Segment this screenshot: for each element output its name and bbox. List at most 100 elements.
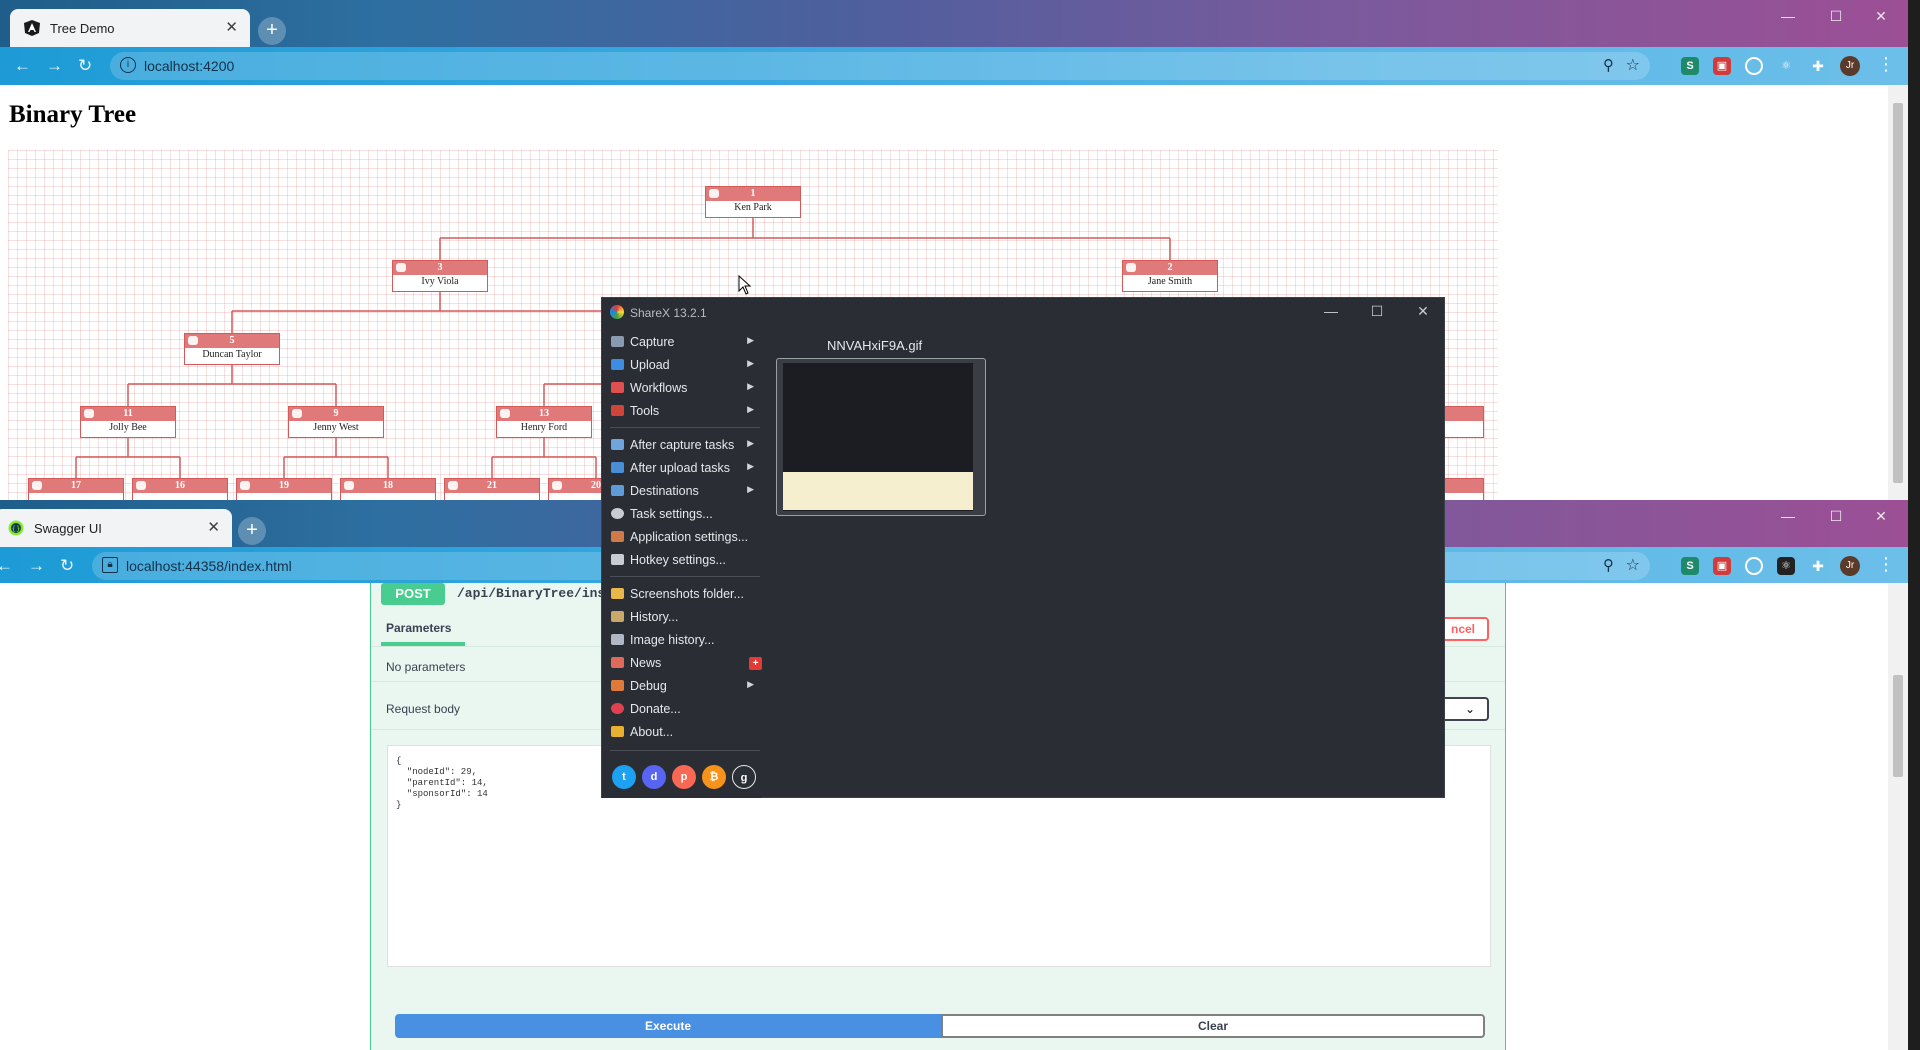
tree-node[interactable]: 11 Jolly Bee bbox=[80, 406, 176, 438]
capture-thumbnail[interactable] bbox=[776, 358, 986, 516]
extensions-puzzle-icon[interactable]: ✚ bbox=[1809, 557, 1827, 575]
crown-icon bbox=[611, 726, 624, 737]
close-tab-icon[interactable]: ✕ bbox=[225, 18, 238, 36]
maximize-icon[interactable]: ☐ bbox=[1813, 8, 1859, 25]
tree-node[interactable]: 9 Jenny West bbox=[288, 406, 384, 438]
extension-s-icon[interactable]: S bbox=[1681, 57, 1699, 75]
sharex-titlebar: ShareX 13.2.1 — ☐ ✕ bbox=[602, 298, 1444, 326]
menu-item-screenshots-folder[interactable]: Screenshots folder... bbox=[610, 583, 760, 605]
maximize-icon[interactable]: ☐ bbox=[1813, 508, 1859, 525]
minimize-icon[interactable]: — bbox=[1765, 508, 1811, 524]
window-title: ShareX 13.2.1 bbox=[630, 306, 707, 320]
patreon-icon[interactable]: p bbox=[672, 765, 696, 789]
users-icon bbox=[500, 409, 510, 418]
tree-node[interactable]: 13 Henry Ford bbox=[496, 406, 592, 438]
extensions-puzzle-icon[interactable]: ✚ bbox=[1809, 57, 1827, 75]
bookmark-star-icon[interactable]: ☆ bbox=[1626, 555, 1640, 575]
reload-icon[interactable]: ↻ bbox=[78, 56, 92, 76]
page-scrollbar[interactable] bbox=[1888, 85, 1908, 500]
menu-item-donate[interactable]: Donate... bbox=[610, 698, 760, 720]
close-tab-icon[interactable]: ✕ bbox=[207, 518, 220, 536]
new-tab-button[interactable]: + bbox=[238, 517, 266, 545]
tree-node[interactable]: 19 bbox=[236, 478, 332, 500]
extension-circle-icon[interactable] bbox=[1745, 557, 1763, 575]
menu-item-history[interactable]: History... bbox=[610, 606, 760, 628]
scrollbar-thumb[interactable] bbox=[1893, 675, 1903, 777]
node-id: 18 bbox=[383, 480, 393, 491]
tab-parameters[interactable]: Parameters bbox=[386, 621, 451, 635]
tree-node[interactable]: 1 Ken Park bbox=[705, 186, 801, 218]
react-devtools-icon[interactable]: ⚛ bbox=[1777, 57, 1795, 75]
page-scrollbar[interactable] bbox=[1888, 583, 1908, 1050]
http-method-badge: POST bbox=[381, 583, 445, 605]
menu-item-upload[interactable]: Upload ▶ bbox=[610, 354, 760, 376]
avatar[interactable]: Jr bbox=[1840, 556, 1860, 576]
tree-node[interactable]: 21 bbox=[444, 478, 540, 500]
menu-item-application-settings[interactable]: Application settings... bbox=[610, 526, 760, 548]
reload-icon[interactable]: ↻ bbox=[60, 556, 74, 576]
tab-swagger-ui[interactable]: {} Swagger UI ✕ bbox=[0, 509, 232, 547]
close-window-icon[interactable]: ✕ bbox=[1858, 8, 1904, 25]
menu-item-about[interactable]: About... bbox=[610, 721, 760, 743]
react-devtools-icon[interactable]: ⚛ bbox=[1777, 557, 1795, 575]
zoom-icon[interactable]: ⚲ bbox=[1603, 56, 1614, 74]
node-id: 2 bbox=[1167, 262, 1173, 273]
lock-icon[interactable]: 🔒︎ bbox=[102, 557, 118, 573]
users-icon bbox=[32, 481, 42, 490]
request-body-label: Request body bbox=[386, 702, 461, 716]
github-icon[interactable]: g bbox=[732, 765, 756, 789]
browser-titlebar: Tree Demo ✕ + — ☐ ✕ bbox=[0, 0, 1908, 47]
extension-s-icon[interactable]: S bbox=[1681, 557, 1699, 575]
maximize-icon[interactable]: ☐ bbox=[1362, 303, 1392, 320]
tree-node[interactable]: 17 bbox=[28, 478, 124, 500]
menu-item-workflows[interactable]: Workflows ▶ bbox=[610, 377, 760, 399]
back-icon[interactable]: ← bbox=[0, 556, 13, 576]
menu-item-image-history[interactable]: Image history... bbox=[610, 629, 760, 651]
forward-icon[interactable]: → bbox=[28, 556, 45, 576]
clear-button[interactable]: Clear bbox=[941, 1014, 1485, 1038]
tools-icon bbox=[611, 405, 624, 416]
menu-item-task-settings[interactable]: Task settings... bbox=[610, 503, 760, 525]
bookmark-star-icon[interactable]: ☆ bbox=[1626, 55, 1640, 75]
minimize-icon[interactable]: — bbox=[1316, 303, 1346, 319]
back-icon[interactable]: ← bbox=[14, 56, 31, 76]
tree-node[interactable]: 16 bbox=[132, 478, 228, 500]
menu-item-capture[interactable]: Capture ▶ bbox=[610, 331, 760, 353]
menu-dots-icon[interactable]: ⋮ bbox=[1877, 554, 1895, 575]
node-name: Henry Ford bbox=[520, 422, 568, 433]
extension-circle-icon[interactable] bbox=[1745, 57, 1763, 75]
zoom-icon[interactable]: ⚲ bbox=[1603, 556, 1614, 574]
url-input[interactable]: i localhost:4200 ⚲ ☆ bbox=[110, 52, 1650, 80]
info-icon[interactable]: i bbox=[120, 57, 136, 73]
menu-item-debug[interactable]: Debug ▶ bbox=[610, 675, 760, 697]
menu-item-destinations[interactable]: Destinations ▶ bbox=[610, 480, 760, 502]
new-tab-button[interactable]: + bbox=[258, 17, 286, 45]
extension-red-icon[interactable]: ▣ bbox=[1713, 557, 1731, 575]
minimize-icon[interactable]: — bbox=[1765, 8, 1811, 24]
menu-dots-icon[interactable]: ⋮ bbox=[1877, 54, 1895, 75]
node-id: 17 bbox=[71, 480, 81, 491]
tree-node[interactable]: 5 Duncan Taylor bbox=[184, 333, 280, 365]
menu-item-hotkey-settings[interactable]: Hotkey settings... bbox=[610, 549, 760, 571]
menu-item-after-upload-tasks[interactable]: After upload tasks ▶ bbox=[610, 457, 760, 479]
scrollbar-thumb[interactable] bbox=[1893, 103, 1903, 483]
bitcoin-icon[interactable]: ₿ bbox=[702, 765, 726, 789]
tree-node[interactable]: 18 bbox=[340, 478, 436, 500]
execute-button[interactable]: Execute bbox=[395, 1014, 941, 1038]
news-badge: + bbox=[749, 657, 762, 670]
tab-tree-demo[interactable]: Tree Demo ✕ bbox=[10, 9, 250, 47]
close-window-icon[interactable]: ✕ bbox=[1858, 508, 1904, 525]
discord-icon[interactable]: d bbox=[642, 765, 666, 789]
forward-icon[interactable]: → bbox=[46, 56, 63, 76]
avatar[interactable]: Jr bbox=[1840, 56, 1860, 76]
menu-item-news[interactable]: News + bbox=[610, 652, 762, 674]
menu-item-tools[interactable]: Tools ▶ bbox=[610, 400, 760, 422]
thumbnail-preview-editor bbox=[783, 472, 973, 510]
twitter-icon[interactable]: t bbox=[612, 765, 636, 789]
tree-node[interactable]: 3 Ivy Viola bbox=[392, 260, 488, 292]
extension-red-icon[interactable]: ▣ bbox=[1713, 57, 1731, 75]
close-window-icon[interactable]: ✕ bbox=[1408, 303, 1438, 320]
destinations-icon bbox=[611, 485, 624, 496]
menu-item-after-capture-tasks[interactable]: After capture tasks ▶ bbox=[610, 434, 760, 456]
tree-node[interactable]: 2 Jane Smith bbox=[1122, 260, 1218, 292]
